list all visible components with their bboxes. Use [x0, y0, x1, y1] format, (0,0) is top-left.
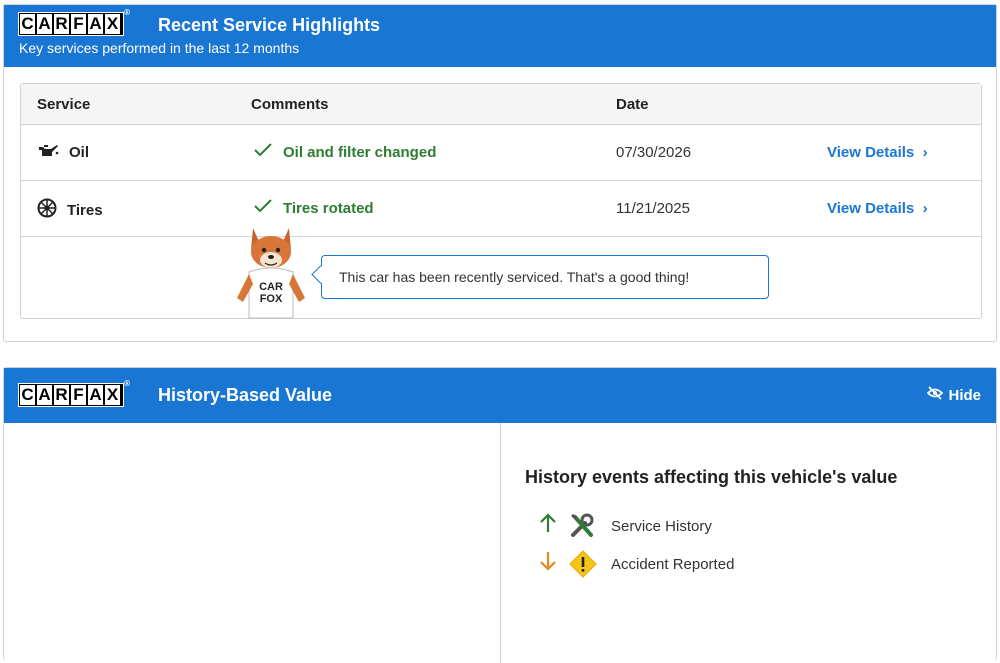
column-divider — [500, 423, 501, 663]
logo-letter: X — [104, 13, 123, 35]
logo-letter: R — [53, 384, 72, 406]
carfax-logo: C A R F A X ® — [18, 380, 130, 407]
logo-letter: X — [104, 384, 123, 406]
view-details-link[interactable]: View Details › — [827, 200, 928, 217]
hide-label: Hide — [948, 386, 981, 404]
tire-icon — [37, 198, 57, 222]
logo-letter: A — [36, 13, 55, 35]
recent-service-card: C A R F A X ® Recent Service Highlights … — [3, 4, 997, 342]
service-banner: C A R F A X ® Recent Service Highlights … — [4, 5, 996, 67]
date-cell: 11/21/2025 — [616, 200, 690, 217]
event-label: Accident Reported — [611, 555, 735, 573]
date-cell: 07/30/2026 — [616, 144, 692, 161]
chevron-right-icon: › — [918, 200, 928, 217]
logo-letter: A — [87, 13, 106, 35]
comment-cell: Tires rotated — [253, 198, 374, 218]
service-card-title: Recent Service Highlights — [158, 15, 381, 35]
arrow-up-icon — [539, 513, 569, 539]
service-card-subtitle: Key services performed in the last 12 mo… — [19, 40, 300, 56]
event-label: Service History — [611, 517, 712, 535]
view-details-link[interactable]: View Details › — [827, 144, 928, 161]
checkmark-icon — [253, 198, 273, 218]
logo-registered-mark: ® — [124, 379, 130, 388]
logo-letter: F — [70, 384, 89, 406]
service-name: Tires — [67, 201, 103, 219]
hide-button[interactable]: Hide — [927, 386, 981, 404]
oil-can-icon — [37, 142, 59, 162]
value-banner: C A R F A X ® History-Based Value Hide — [4, 368, 996, 423]
logo-letter: C — [19, 384, 38, 406]
logo-letter: C — [19, 13, 38, 35]
column-header-comments: Comments — [251, 96, 329, 113]
logo-letter: F — [70, 13, 89, 35]
table-row: Oil Oil and filter changed 07/30/2026 Vi… — [21, 125, 981, 181]
table-row: Tires Tires rotated 11/21/2025 View Deta… — [21, 181, 981, 237]
service-cell: Oil — [37, 142, 89, 162]
comment-text: Oil and filter changed — [283, 143, 437, 161]
column-header-date: Date — [616, 96, 649, 113]
history-value-card: C A R F A X ® History-Based Value Hide H… — [3, 367, 997, 663]
view-details-label: View Details — [827, 144, 915, 161]
value-card-title: History-Based Value — [158, 385, 333, 405]
chevron-right-icon: › — [918, 144, 928, 161]
logo-letter: A — [87, 384, 106, 406]
service-cell: Tires — [37, 198, 103, 222]
comment-text: Tires rotated — [283, 199, 374, 217]
logo-letter: A — [36, 384, 55, 406]
warning-diamond-icon — [569, 550, 611, 578]
view-details-label: View Details — [827, 200, 915, 217]
fox-shirt-text: FOX — [260, 293, 283, 305]
wrench-screwdriver-icon — [569, 513, 611, 539]
history-event-item: Accident Reported — [539, 550, 734, 578]
history-events-title: History events affecting this vehicle's … — [525, 467, 898, 487]
carfox-mascot-image: CAR FOX — [231, 226, 311, 320]
comment-cell: Oil and filter changed — [253, 142, 436, 162]
table-header: Service Comments Date — [21, 84, 981, 125]
logo-letter: R — [53, 13, 72, 35]
logo-registered-mark: ® — [124, 8, 130, 17]
column-header-service: Service — [37, 96, 91, 113]
service-name: Oil — [69, 143, 90, 161]
service-table: Service Comments Date Oil Oil and filter… — [20, 83, 982, 319]
eye-slash-icon — [927, 386, 944, 404]
arrow-down-icon — [539, 551, 569, 577]
fox-speech-bubble: This car has been recently serviced. Tha… — [321, 255, 769, 299]
checkmark-icon — [253, 142, 273, 162]
fox-shirt-text: CAR — [259, 281, 283, 293]
carfax-logo: C A R F A X ® — [18, 9, 130, 36]
history-event-item: Service History — [539, 513, 712, 539]
